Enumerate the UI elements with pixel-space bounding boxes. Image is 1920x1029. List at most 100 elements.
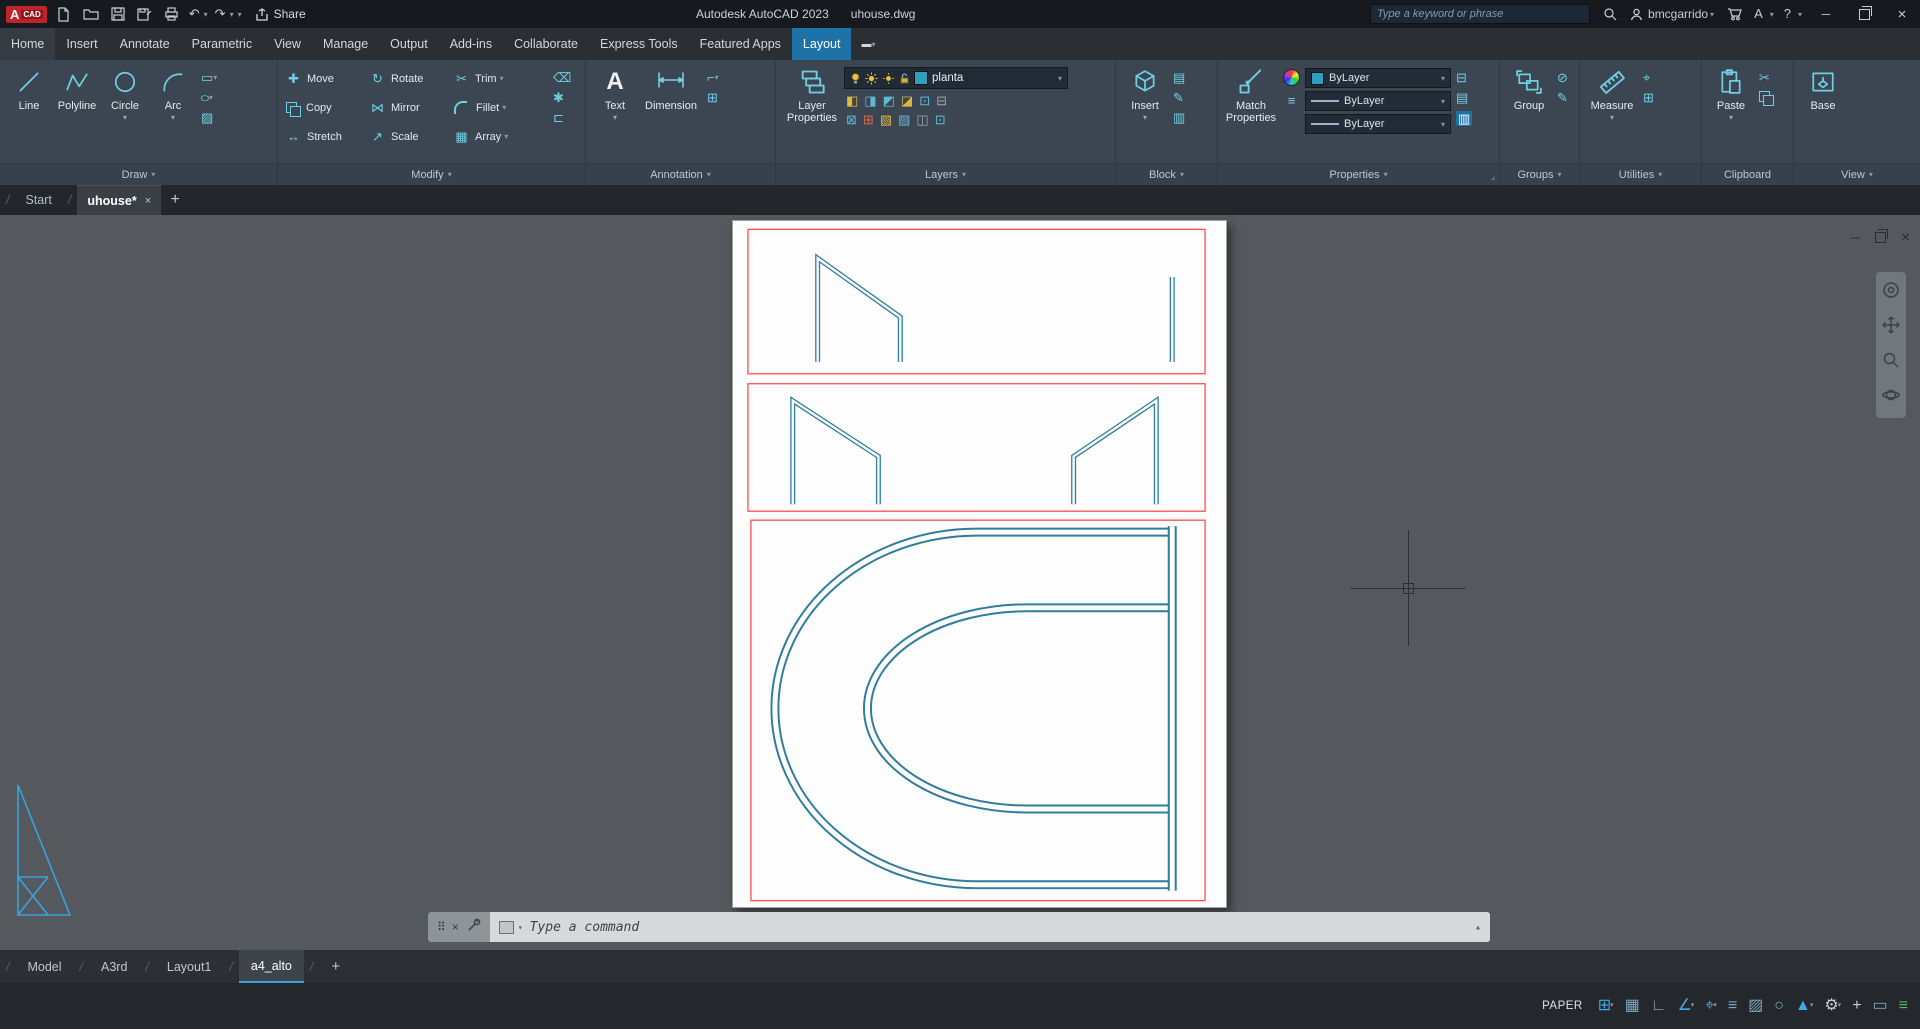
restore-button[interactable] bbox=[1850, 0, 1878, 28]
new-drawing-tab-button[interactable]: + bbox=[161, 185, 189, 215]
list-icon[interactable]: ≡ bbox=[1288, 93, 1296, 108]
autodesk-app-icon[interactable]: A bbox=[1754, 7, 1763, 21]
lineweight-dropdown[interactable]: ByLayer ▾ bbox=[1305, 114, 1451, 134]
rotate-button[interactable]: ↻Rotate bbox=[368, 71, 452, 87]
layer-unlock-icon[interactable]: ▧ bbox=[880, 112, 892, 127]
save-as-icon[interactable] bbox=[135, 5, 155, 23]
osnap-icon[interactable]: ⌖▾ bbox=[1705, 998, 1717, 1014]
measure-dropdown-icon[interactable]: ▾ bbox=[1610, 115, 1614, 120]
cart-icon[interactable] bbox=[1724, 5, 1744, 23]
copy-button[interactable]: Copy bbox=[284, 102, 368, 114]
quick-calc-button[interactable]: ⊞ bbox=[1643, 91, 1654, 104]
arc-button[interactable]: Arc ▾ bbox=[150, 64, 196, 163]
layer-unsaved-icon[interactable]: ⊟ bbox=[936, 93, 947, 108]
base-button[interactable]: Base bbox=[1800, 64, 1846, 163]
panel-label-draw[interactable]: Draw▾ bbox=[0, 163, 277, 185]
object-color-dropdown[interactable]: ByLayer ▾ bbox=[1305, 68, 1451, 88]
close-button[interactable]: × bbox=[1888, 0, 1916, 28]
layer-match-icon[interactable]: ⊡ bbox=[919, 93, 930, 108]
layer-on-all-icon[interactable]: ⊠ bbox=[846, 112, 857, 127]
tab-parametric[interactable]: Parametric bbox=[181, 28, 263, 60]
text-dropdown-icon[interactable]: ▾ bbox=[613, 115, 617, 120]
clean-screen-icon[interactable]: ▭ bbox=[1873, 998, 1888, 1014]
open-folder-icon[interactable] bbox=[81, 5, 101, 23]
layer-thaw-icon[interactable]: ⊞ bbox=[863, 112, 874, 127]
viewport-3[interactable] bbox=[751, 520, 1205, 900]
layer-lock-tool-icon[interactable]: ◪ bbox=[901, 93, 913, 108]
polyline-button[interactable]: Polyline bbox=[54, 64, 100, 163]
transparency-icon[interactable]: ▨ bbox=[1748, 998, 1763, 1014]
command-recent-dropdown-icon[interactable]: ▾ bbox=[518, 923, 523, 932]
array-button[interactable]: ▦Array▾ bbox=[452, 129, 548, 145]
command-grip-icon[interactable]: ⠿ bbox=[437, 920, 444, 934]
table-button[interactable]: ⊞ bbox=[707, 91, 719, 104]
tab-featured-apps[interactable]: Featured Apps bbox=[689, 28, 792, 60]
panel-label-groups[interactable]: Groups▾ bbox=[1500, 163, 1579, 185]
circle-button[interactable]: Circle ▾ bbox=[102, 64, 148, 163]
text-button[interactable]: A Text ▾ bbox=[592, 64, 638, 163]
rectangle-button[interactable]: ▭▾ bbox=[201, 71, 217, 84]
autocad-logo-icon[interactable]: ACAD bbox=[6, 6, 47, 23]
color-wheel-icon[interactable] bbox=[1283, 69, 1300, 86]
edit-attributes-button[interactable]: ▤ bbox=[1173, 71, 1185, 84]
tab-insert[interactable]: Insert bbox=[55, 28, 108, 60]
tab-express-tools[interactable]: Express Tools bbox=[589, 28, 689, 60]
move-button[interactable]: ✚Move bbox=[284, 71, 368, 87]
drawing-restore-icon[interactable] bbox=[1875, 232, 1886, 243]
explode-button[interactable]: ✱ bbox=[553, 91, 571, 104]
offset-button[interactable]: ⊏ bbox=[553, 111, 571, 124]
layer-current-icon[interactable]: ▨ bbox=[898, 112, 910, 127]
tab-view[interactable]: View bbox=[263, 28, 312, 60]
file-tab-start[interactable]: Start bbox=[15, 185, 61, 215]
cut-button[interactable]: ✂ bbox=[1759, 71, 1773, 84]
insert-dropdown-icon[interactable]: ▾ bbox=[1143, 115, 1147, 120]
command-line[interactable]: ⠿ × ▾ Type a command ▴ bbox=[428, 912, 1490, 942]
file-tab-close-icon[interactable]: × bbox=[145, 195, 151, 207]
erase-button[interactable]: ⌫ bbox=[553, 71, 571, 84]
search-box[interactable] bbox=[1370, 4, 1590, 24]
ortho-icon[interactable]: ∟ bbox=[1651, 998, 1667, 1014]
tab-home[interactable]: Home bbox=[0, 28, 55, 60]
tab-layout1[interactable]: Layout1 bbox=[155, 950, 223, 983]
new-layout-button[interactable]: + bbox=[319, 950, 352, 983]
annotation-scale-icon[interactable]: ▲▾ bbox=[1795, 998, 1813, 1014]
selection-cycling-icon[interactable]: ○ bbox=[1774, 998, 1784, 1014]
grid-icon[interactable]: ▦ bbox=[1625, 998, 1640, 1014]
share-button[interactable]: Share bbox=[255, 7, 306, 21]
isolate-objects-icon[interactable]: + bbox=[1852, 998, 1861, 1014]
layer-properties-button[interactable]: Layer Properties bbox=[782, 64, 842, 163]
tab-output[interactable]: Output bbox=[379, 28, 439, 60]
scale-button[interactable]: ↗Scale bbox=[368, 129, 452, 145]
help-dropdown-icon[interactable]: ▾ bbox=[1798, 10, 1802, 19]
quick-select-button[interactable]: ⌖ bbox=[1643, 71, 1654, 84]
leader-button[interactable]: ⌐▾ bbox=[707, 71, 719, 84]
lineweight-icon[interactable]: ≡ bbox=[1728, 998, 1737, 1014]
workspace-gear-icon[interactable]: ⚙▾ bbox=[1824, 998, 1841, 1014]
qat-dropdown-icon[interactable]: ▾ bbox=[238, 10, 242, 19]
zoom-icon[interactable] bbox=[1882, 351, 1900, 374]
ellipse-button[interactable]: ○▾ bbox=[201, 91, 217, 104]
transparency-button[interactable]: ▤ bbox=[1456, 91, 1472, 104]
panel-label-clipboard[interactable]: Clipboard bbox=[1702, 163, 1793, 185]
paper-sheet[interactable] bbox=[732, 220, 1227, 908]
dimension-button[interactable]: Dimension bbox=[640, 64, 702, 163]
insert-button[interactable]: Insert ▾ bbox=[1122, 64, 1168, 163]
file-tab-current[interactable]: uhouse* × bbox=[77, 185, 161, 215]
redo-dropdown-icon[interactable]: ▾ bbox=[230, 10, 234, 19]
command-customize-icon[interactable] bbox=[467, 918, 481, 937]
plot-icon[interactable] bbox=[162, 5, 182, 23]
search-input[interactable] bbox=[1377, 8, 1583, 20]
tab-a4-alto[interactable]: a4_alto bbox=[239, 950, 304, 983]
tab-collaborate[interactable]: Collaborate bbox=[503, 28, 589, 60]
linetype-dropdown[interactable]: ByLayer ▾ bbox=[1305, 91, 1451, 111]
tab-model[interactable]: Model bbox=[15, 950, 73, 983]
viewport-2[interactable] bbox=[748, 384, 1205, 511]
minimize-button[interactable]: ─ bbox=[1812, 0, 1840, 28]
command-close-icon[interactable]: × bbox=[452, 920, 459, 934]
tab-annotate[interactable]: Annotate bbox=[109, 28, 181, 60]
panel-label-view[interactable]: View▾ bbox=[1794, 163, 1920, 185]
tab-layout[interactable]: Layout bbox=[792, 28, 852, 60]
manage-attributes-button[interactable]: ▥ bbox=[1173, 111, 1185, 124]
orbit-icon[interactable] bbox=[1882, 386, 1900, 409]
trim-button[interactable]: ✂Trim▾ bbox=[452, 71, 548, 87]
